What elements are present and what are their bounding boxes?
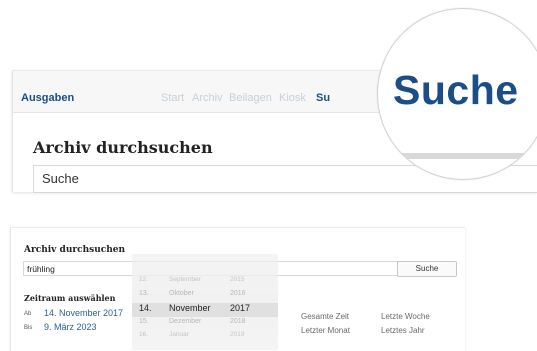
picker-month: November xyxy=(169,303,211,313)
nav-item-beilagen[interactable]: Beilagen xyxy=(229,92,272,104)
page-title: Archiv durchsuchen xyxy=(33,138,213,157)
picker-month: September xyxy=(169,276,201,283)
picker-day: 15. xyxy=(139,318,149,325)
nav-brand-ausgaben[interactable]: Ausgaben xyxy=(21,92,74,104)
picker-month: Oktober xyxy=(169,290,194,297)
picker-row[interactable]: 12. September 2015 xyxy=(132,276,278,288)
nav-item-archiv[interactable]: Archiv xyxy=(192,92,223,104)
nav-item-kiosk[interactable]: Kiosk xyxy=(279,92,306,104)
nav-item-start[interactable]: Start xyxy=(161,92,184,104)
to-date-value[interactable]: 9. März 2023 xyxy=(44,322,97,332)
picker-month: Januar xyxy=(169,331,189,338)
to-label: Bis xyxy=(24,325,33,331)
magnifier-callout: Suche xyxy=(377,8,537,180)
picker-day: 14. xyxy=(139,303,152,313)
picker-day: 16. xyxy=(139,331,149,338)
nav-item-suche[interactable]: Su xyxy=(316,92,330,104)
quick-range-last-year[interactable]: Letztes Jahr xyxy=(381,326,425,335)
picker-row-selected[interactable]: 14. November 2017 xyxy=(132,303,278,317)
magnified-suche-label: Suche xyxy=(393,67,519,113)
picker-day: 12. xyxy=(139,276,149,283)
picker-year: 2019 xyxy=(230,331,245,338)
picker-year: 2016 xyxy=(230,290,246,297)
picker-row[interactable]: 13. Oktober 2016 xyxy=(132,290,278,302)
search-heading: Archiv durchsuchen xyxy=(24,245,126,255)
archive-bottom-panel: Archiv durchsuchen frühling Suche 12. Se… xyxy=(10,227,465,351)
magnified-divider xyxy=(378,153,537,159)
from-label: Ab xyxy=(24,311,32,317)
date-picker-wheel[interactable]: 12. September 2015 13. Oktober 2016 14. … xyxy=(132,254,278,350)
quick-range-last-week[interactable]: Letzte Woche xyxy=(381,312,430,321)
picker-month: Dezember xyxy=(169,318,202,325)
picker-year: 2015 xyxy=(230,276,245,283)
picker-row[interactable]: 16. Januar 2019 xyxy=(132,331,278,343)
picker-year: 2017 xyxy=(230,303,251,313)
picker-day: 13. xyxy=(139,290,149,297)
quick-range-all-time[interactable]: Gesamte Zeit xyxy=(301,312,349,321)
from-date-value[interactable]: 14. November 2017 xyxy=(44,308,123,318)
picker-row[interactable]: 15. Dezember 2018 xyxy=(132,318,278,330)
quick-range-last-month[interactable]: Letzter Monat xyxy=(301,326,350,335)
date-range-title: Zeitraum auswählen xyxy=(24,293,116,303)
search-button[interactable]: Suche xyxy=(397,261,457,277)
picker-year: 2018 xyxy=(230,318,246,325)
picker-row[interactable] xyxy=(132,256,278,268)
